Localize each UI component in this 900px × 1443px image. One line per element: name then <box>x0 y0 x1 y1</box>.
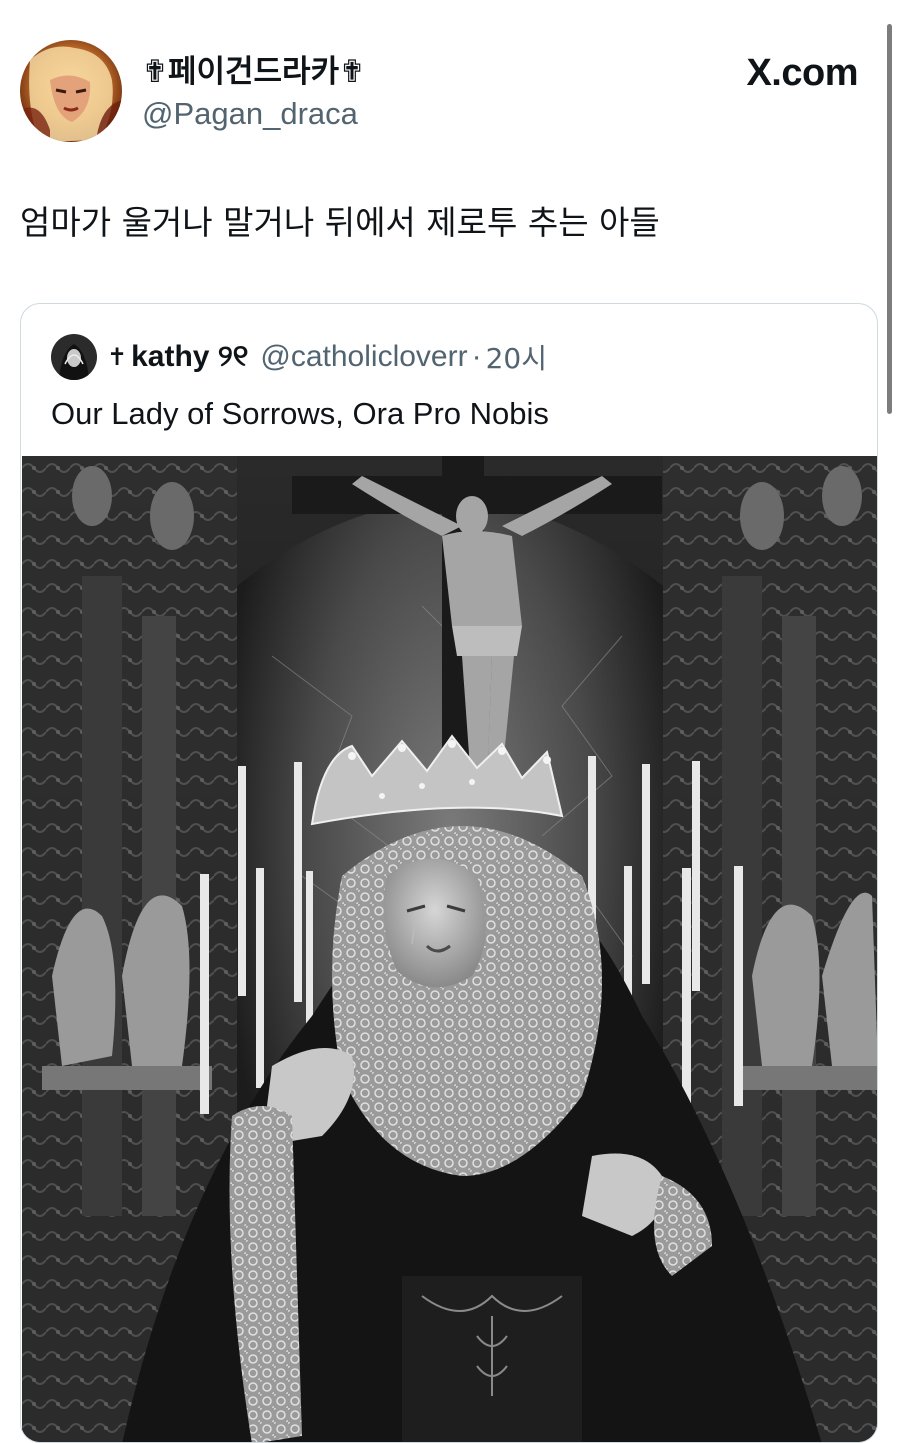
separator-dot: · <box>471 340 482 373</box>
quoted-post-text: Our Lady of Sorrows, Ora Pro Nobis <box>51 396 549 431</box>
brand-logo: X.com <box>746 52 858 94</box>
cross-icon: ✝ <box>107 343 128 371</box>
post-header: ✟페이건드라카✟ @Pagan_draca X.com <box>20 40 860 144</box>
author-handle[interactable]: @Pagan_draca <box>142 94 365 134</box>
author-avatar[interactable] <box>20 40 122 142</box>
post-text: 엄마가 울거나 말거나 뒤에서 제로투 추는 아들 <box>20 203 660 242</box>
quoted-author-avatar[interactable] <box>51 334 97 380</box>
quoted-post-card[interactable]: ✝ kathy ୨୧ @catholicloverr · 20시 Our Lad… <box>20 303 878 1443</box>
scrollbar[interactable] <box>887 24 892 414</box>
author-display-name[interactable]: ✟페이건드라카✟ <box>142 52 365 92</box>
quoted-post-photo[interactable] <box>22 456 877 1442</box>
quoted-post-header: ✝ kathy ୨୧ @catholicloverr · 20시 <box>51 332 547 382</box>
quoted-display-name[interactable]: kathy ୨୧ <box>131 340 248 374</box>
quoted-timestamp[interactable]: 20시 <box>486 337 547 377</box>
quoted-handle[interactable]: @catholicloverr <box>260 340 467 374</box>
